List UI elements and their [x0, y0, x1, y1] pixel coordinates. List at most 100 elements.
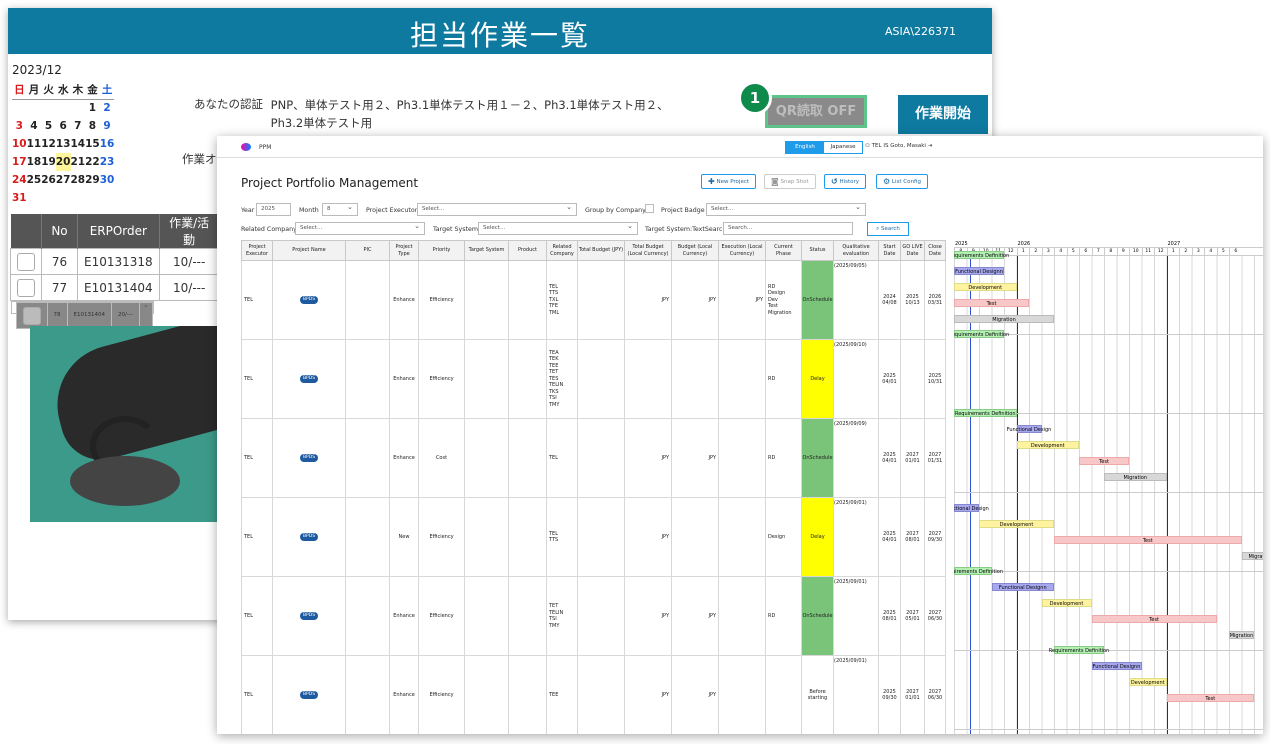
column-header[interactable]: Product	[508, 240, 547, 261]
column-header[interactable]: Target System	[464, 240, 509, 261]
column-header[interactable]: Priority	[418, 240, 465, 261]
calendar-day[interactable]: 28	[71, 171, 86, 189]
row-checkbox[interactable]	[10, 274, 42, 301]
column-header[interactable]: Project Name	[272, 240, 346, 261]
calendar-day[interactable]: 8	[85, 117, 100, 135]
gantt-bar-test[interactable]: Test	[1166, 694, 1254, 702]
table-row[interactable]: 77 E10131404 10/---	[10, 274, 245, 301]
gantt-bar-test[interactable]: Test	[1091, 615, 1217, 623]
table-row-selected[interactable]: 78 E10131404 20/---	[10, 300, 154, 329]
project-row[interactable]: TEL BPDS Enhance Efficiency TEE JPY JPY Before …	[241, 655, 946, 734]
related-select[interactable]: Select...	[295, 221, 425, 235]
gantt-bar-req[interactable]: Requirements Definition	[1049, 646, 1109, 654]
calendar-day[interactable]: 3	[12, 117, 27, 135]
calendar-day[interactable]: 20	[55, 153, 71, 171]
gantt-bar-fun[interactable]: Functional Designn	[991, 583, 1054, 591]
calendar-day[interactable]: 21	[71, 153, 86, 171]
project-row[interactable]: TEL BPDS Enhance Efficiency TEA TEK TEE TET …	[241, 339, 946, 419]
calendar-day[interactable]: 12	[41, 135, 56, 153]
column-header[interactable]: GO LIVE Date	[900, 240, 925, 261]
gantt-bar-dev[interactable]: Development	[1041, 599, 1092, 607]
gantt-bar-req[interactable]: Requirements Definition	[954, 567, 1003, 575]
gantt-bar-test[interactable]: Test	[954, 299, 1029, 307]
user-name[interactable]: ⚇ TEL IS Goto, Masaki ⇥	[865, 143, 932, 149]
checkbox[interactable]	[17, 278, 35, 297]
gantt-bar-test[interactable]: Test	[1054, 536, 1242, 544]
column-header[interactable]: PIC	[345, 240, 390, 261]
column-header[interactable]: Project Type	[389, 240, 419, 261]
snapshot-button[interactable]: ◙ Snap Shot	[764, 174, 816, 189]
project-row[interactable]: TEL BPDS Enhance Efficiency TET TELIN TSI TM…	[241, 576, 946, 656]
calendar-day[interactable]: 25	[27, 171, 42, 189]
new-project-button[interactable]: ✚ New Project	[701, 174, 757, 189]
calendar-day[interactable]: 26	[41, 171, 56, 189]
project-row[interactable]: TEL BPDS New Efficiency TEL TTS JPY Design Dela…	[241, 497, 946, 577]
column-header[interactable]: Related Company	[546, 240, 578, 261]
column-header[interactable]: Execution (Local Currency)	[718, 240, 766, 261]
badge-select[interactable]: Select...	[706, 202, 866, 216]
start-work-button[interactable]: 作業開始	[898, 95, 988, 134]
calendar-day[interactable]: 27	[56, 171, 71, 189]
qr-toggle-button[interactable]: QR読取 OFF	[765, 95, 867, 128]
gantt-bar-req[interactable]: Requirements Definition	[954, 409, 1017, 417]
calendar-day[interactable]: 13	[56, 135, 71, 153]
lang-japanese-button[interactable]: Japanese	[824, 142, 862, 153]
gantt-bar-mig[interactable]: Migration	[954, 315, 1054, 323]
column-header[interactable]: Budget (Local Currency)	[671, 240, 719, 261]
history-button[interactable]: ↺ History	[824, 174, 867, 189]
gantt-bar-dev[interactable]: Development	[979, 520, 1054, 528]
calendar-day[interactable]: 7	[71, 117, 86, 135]
calendar-day[interactable]: 31	[12, 189, 27, 207]
column-header[interactable]: Start Date	[878, 240, 901, 261]
calendar-day[interactable]: 2	[100, 99, 115, 117]
column-header[interactable]: Status	[801, 240, 834, 261]
table-row[interactable]: 76 E10131318 10/---	[10, 248, 245, 275]
calendar-day[interactable]: 30	[100, 171, 115, 189]
column-header[interactable]: Close Date	[924, 240, 946, 261]
row-checkbox[interactable]	[10, 248, 42, 275]
month-select[interactable]: 8	[322, 202, 358, 216]
calendar-day[interactable]: 6	[56, 117, 71, 135]
gantt-bar-dev[interactable]: Development	[954, 283, 1017, 291]
calendar-day[interactable]: 9	[100, 117, 115, 135]
calendar-day[interactable]: 4	[27, 117, 42, 135]
checkbox[interactable]	[22, 306, 41, 325]
calendar-day[interactable]: 22	[85, 153, 100, 171]
text-search-input[interactable]: Search...	[723, 222, 853, 235]
calendar-day[interactable]: 24	[12, 171, 27, 189]
gantt-bar-fun2[interactable]: Functional Design	[954, 504, 989, 512]
gantt-bar-test[interactable]: Test	[1079, 457, 1129, 465]
gantt-bar-req[interactable]: Requirements Definition	[954, 330, 1009, 338]
calendar-day[interactable]: 14	[71, 135, 86, 153]
column-header[interactable]: Current Phase	[765, 240, 802, 261]
calendar-day[interactable]: 11	[27, 135, 42, 153]
gantt-bar-req[interactable]: Requirements Definition	[954, 251, 1009, 259]
group-checkbox[interactable]	[645, 204, 654, 213]
executor-select[interactable]: Select...	[417, 202, 577, 216]
gantt-bar-dev[interactable]: Development	[1016, 441, 1079, 449]
calendar-day[interactable]: 1	[85, 99, 100, 117]
calendar-day[interactable]: 17	[12, 153, 27, 171]
year-input[interactable]: 2025	[256, 203, 291, 216]
gantt-bar-fun[interactable]: Functional Designn	[954, 267, 1004, 275]
gantt-bar-mig[interactable]: Migration	[1241, 552, 1263, 560]
gantt-bar-dev[interactable]: Development	[1129, 678, 1167, 686]
row-checkbox[interactable]	[15, 302, 48, 329]
lang-english-button[interactable]: English	[786, 142, 824, 153]
calendar-day[interactable]: 23	[100, 153, 115, 171]
calendar-day[interactable]: 29	[85, 171, 100, 189]
calendar-day[interactable]: 15	[85, 135, 100, 153]
column-header[interactable]: Total Budget (Local Currency)	[624, 240, 672, 261]
calendar-day[interactable]: 10	[12, 135, 27, 153]
project-row[interactable]: TEL BPDS Enhance Cost TEL JPY JPY RD OnSchedule(…	[241, 418, 946, 498]
gantt-bar-fun[interactable]: Functional Designn	[1091, 662, 1142, 670]
calendar-day[interactable]: 18	[27, 153, 42, 171]
calendar-day[interactable]: 5	[41, 117, 56, 135]
target-select[interactable]: Select...	[478, 221, 638, 235]
calendar-day[interactable]: 19	[41, 153, 56, 171]
list-config-button[interactable]: ⚙ List Config	[876, 174, 928, 189]
project-row[interactable]: TEL BPDS Enhance Efficiency TEL TTS TXL TFE …	[241, 260, 946, 340]
gantt-bar-mig[interactable]: Migration	[1104, 473, 1167, 481]
checkbox[interactable]	[17, 252, 35, 271]
column-header[interactable]: Project Executor	[241, 240, 273, 261]
